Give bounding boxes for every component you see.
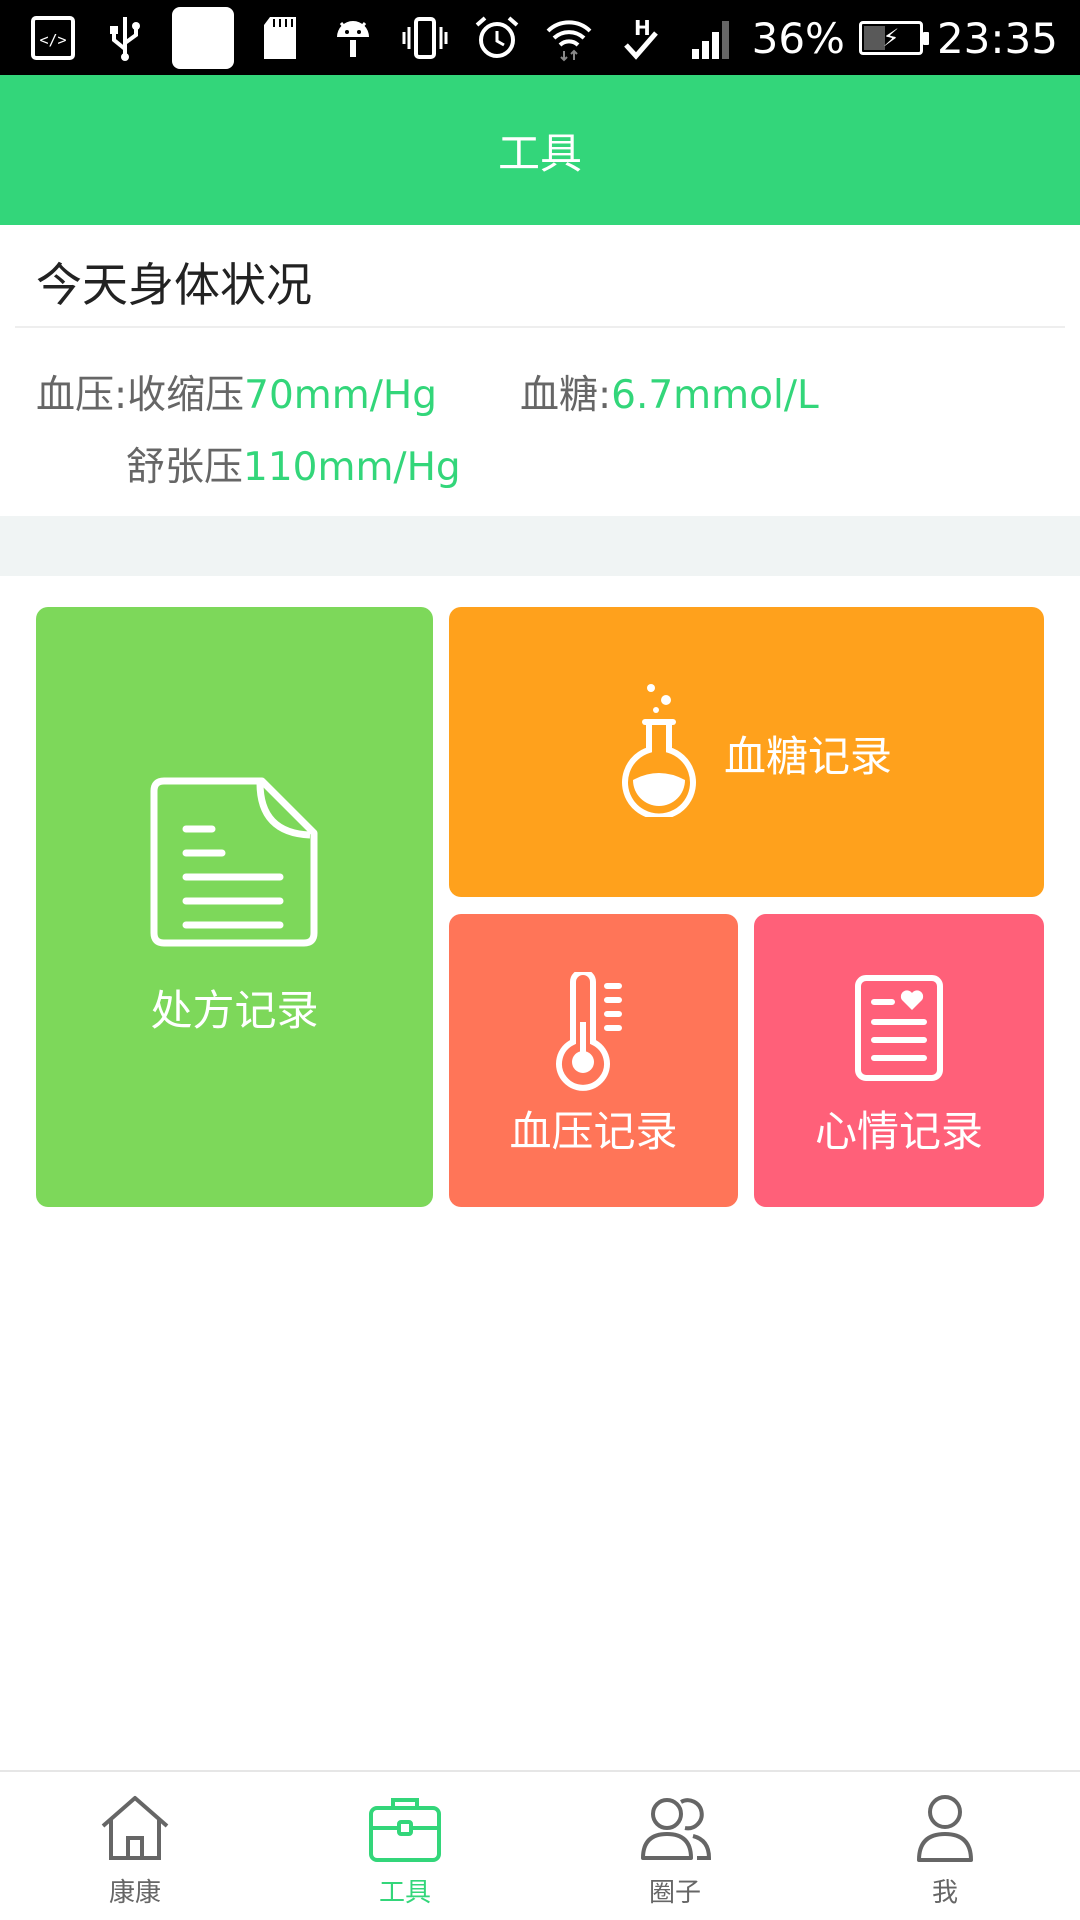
nav-item-tools[interactable]: 工具 — [270, 1772, 540, 1920]
systolic-value: 70mm/Hg — [244, 373, 437, 418]
blood-pressure-systolic: 血压:收缩压70mm/Hg — [36, 364, 437, 420]
flask-icon — [622, 684, 696, 817]
nav-item-me[interactable]: 我 — [810, 1772, 1080, 1920]
home-icon — [101, 1796, 169, 1860]
page-title: 工具 — [497, 128, 582, 178]
nav-label-tools: 工具 — [378, 1878, 431, 1908]
signal-icon — [688, 13, 738, 63]
battery-charging-icon: ⚡ — [858, 21, 929, 55]
notification-icon — [172, 7, 234, 69]
diastolic-value: 110mm/Hg — [243, 445, 461, 490]
blood-sugar-record-tile[interactable]: 血糖记录 — [449, 607, 1044, 897]
network-h-icon: H — [616, 13, 666, 63]
health-readings: 血压:收缩压70mm/Hg 血糖:6.7mmol/L 舒张压110mm/Hg — [0, 328, 1080, 516]
blood-pressure-record-tile[interactable]: 血压记录 — [449, 914, 738, 1207]
document-icon — [150, 777, 318, 947]
nav-label-me: 我 — [931, 1878, 958, 1908]
mood-record-label: 心情记录 — [814, 1107, 983, 1156]
nav-label-kangkang: 康康 — [108, 1878, 161, 1908]
person-icon — [917, 1795, 973, 1862]
section-separator — [0, 516, 1080, 576]
bottom-nav: 康康 工具 圈子 我 — [0, 1770, 1080, 1920]
wifi-icon — [544, 13, 594, 63]
prescription-record-label: 处方记录 — [150, 986, 319, 1035]
clock: 23:35 — [936, 13, 1058, 63]
heart-notebook-icon — [855, 975, 943, 1081]
code-icon: </> — [28, 13, 78, 63]
blood-pressure-label: 血压:收缩压 — [36, 373, 245, 418]
blood-pressure-diastolic: 舒张压110mm/Hg — [126, 436, 461, 492]
svg-text:H: H — [634, 16, 651, 40]
android-icon — [328, 13, 378, 63]
charging-bolt: ⚡ — [882, 24, 900, 52]
blood-sugar-value: 6.7mmol/L — [611, 373, 819, 418]
toolbox-icon — [369, 1798, 441, 1862]
nav-item-kangkang[interactable]: 康康 — [0, 1772, 270, 1920]
nav-item-circle[interactable]: 圈子 — [540, 1772, 810, 1920]
title-bar: 工具 — [0, 75, 1080, 225]
status-bar: </> H 36% ⚡ 23:35 — [0, 0, 1080, 75]
vibrate-icon — [400, 13, 450, 63]
blood-sugar-record-label: 血糖记录 — [724, 732, 893, 781]
sd-card-icon — [256, 13, 306, 63]
status-icons: </> H — [28, 7, 738, 69]
mood-record-tile[interactable]: 心情记录 — [754, 914, 1044, 1207]
blood-pressure-record-label: 血压记录 — [509, 1107, 678, 1156]
usb-icon — [100, 13, 150, 63]
nav-label-circle: 圈子 — [648, 1878, 701, 1908]
blood-sugar-label: 血糖: — [520, 373, 612, 418]
diastolic-label: 舒张压 — [126, 445, 244, 490]
prescription-record-tile[interactable]: 处方记录 — [36, 607, 433, 1207]
svg-text:</>: </> — [39, 31, 66, 49]
battery-percent: 36% — [751, 13, 845, 63]
health-section-title: 今天身体状况 — [36, 258, 312, 312]
blood-sugar-reading: 血糖:6.7mmol/L — [520, 364, 819, 420]
group-icon — [641, 1798, 712, 1860]
thermometer-icon — [556, 972, 622, 1091]
health-section-header: 今天身体状况 — [0, 225, 1080, 327]
status-right: 36% ⚡ 23:35 — [752, 8, 1058, 68]
alarm-icon — [472, 13, 522, 63]
